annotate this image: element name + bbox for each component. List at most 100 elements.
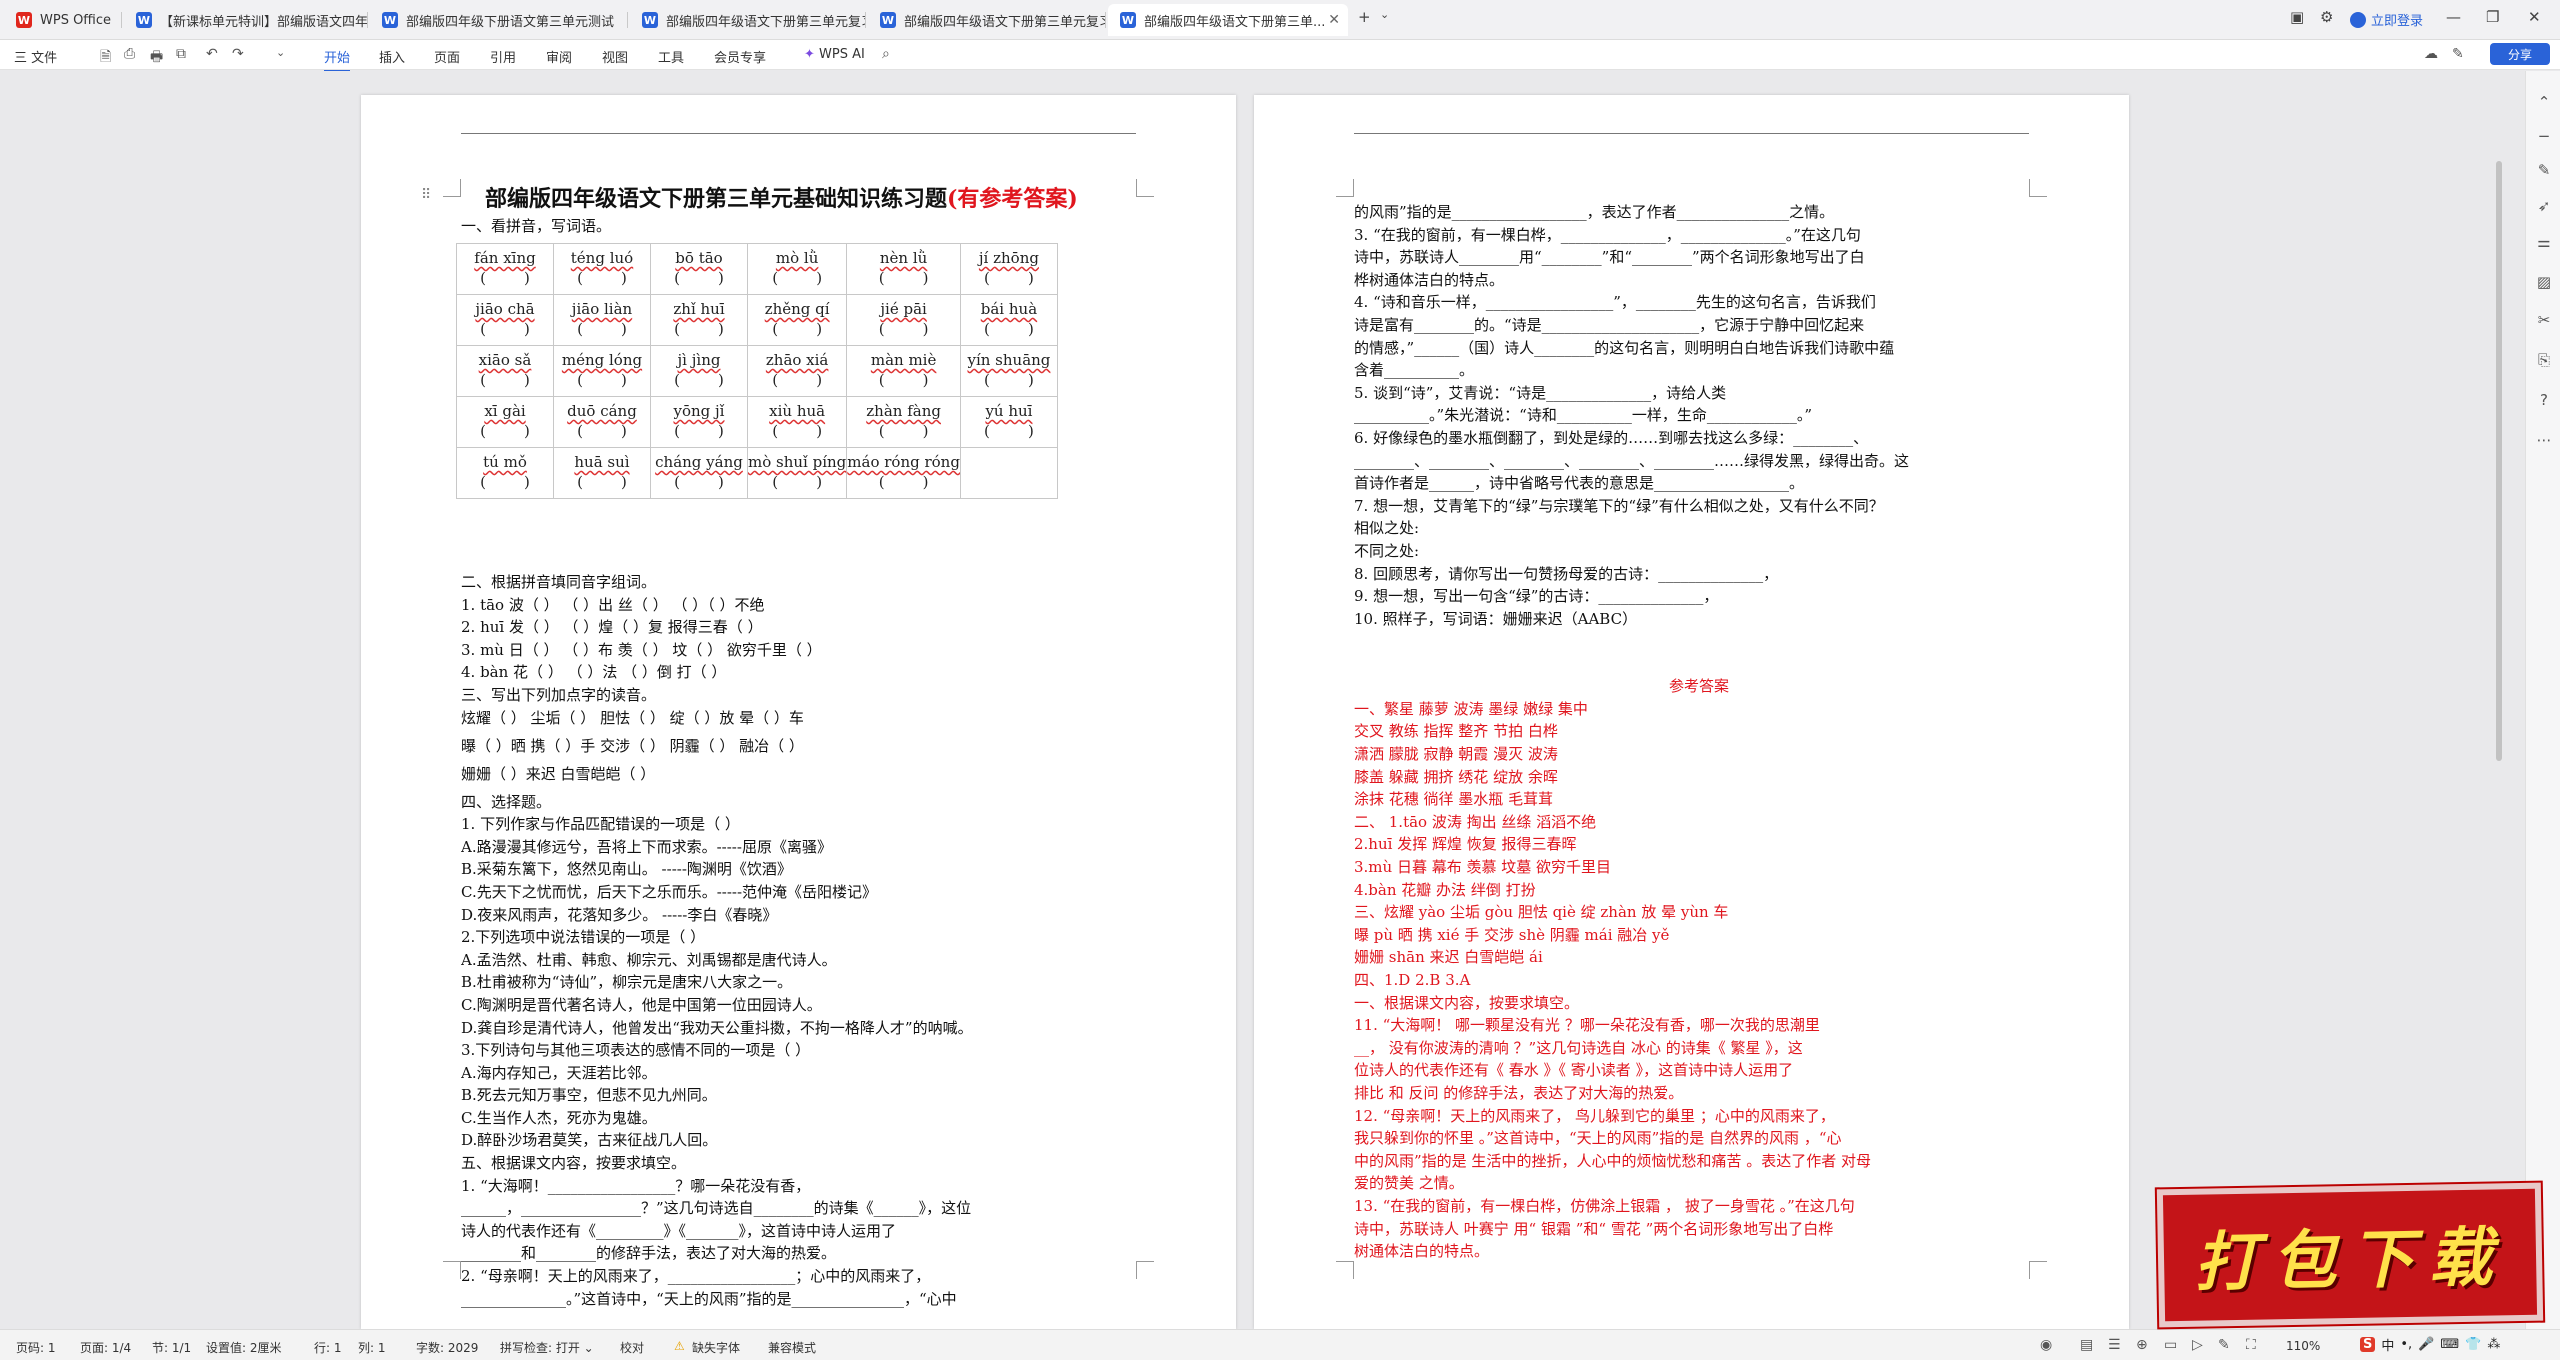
page-view-icon[interactable]: ▤	[2080, 1337, 2093, 1353]
input-method-tray[interactable]: S 中 •, 🎤 ⌨ 👕 ⁂	[2360, 1332, 2500, 1356]
document-page-1[interactable]: ⠿ 部编版四年级语文下册第三单元基础知识练习题(有参考答案) 一、看拼音，写词语…	[361, 95, 1236, 1329]
status-pages[interactable]: 页面: 1/4	[80, 1339, 131, 1356]
minimize-button[interactable]: —	[2446, 8, 2461, 26]
outline-view-icon[interactable]: ☰	[2108, 1337, 2121, 1353]
pinyin-cell[interactable]: huā suì ( )	[553, 447, 651, 499]
file-menu[interactable]: 三 文件	[14, 47, 57, 66]
search-icon[interactable]: ⌕	[882, 46, 890, 62]
status-row[interactable]: 行: 1	[314, 1339, 342, 1356]
tab-4[interactable]: W 部编版四年级语文下册第三单元复习	[868, 4, 1106, 36]
zoom-level[interactable]: 110%	[2286, 1339, 2320, 1353]
tools-icon[interactable]: ✂	[2535, 311, 2553, 329]
select-cursor-icon[interactable]: ➶	[2535, 197, 2553, 215]
undo-icon[interactable]: ↶	[206, 46, 218, 62]
redo-icon[interactable]: ↷	[232, 46, 244, 62]
pinyin-cell[interactable]: jiāo chā ( )	[456, 294, 554, 346]
missing-font-button[interactable]: 缺失字体	[692, 1339, 740, 1356]
paragraph-drag-handle-icon[interactable]: ⠿	[421, 187, 431, 203]
adjust-icon[interactable]: ⚌	[2535, 233, 2553, 251]
pinyin-cell[interactable]: duō cáng ( )	[553, 396, 651, 448]
pinyin-cell[interactable]: bái huà ( )	[959, 294, 1058, 346]
print-preview-icon[interactable]: ⧉	[176, 46, 186, 62]
play-icon[interactable]: ▷	[2192, 1337, 2203, 1353]
read-mode-icon[interactable]: ▭	[2164, 1337, 2177, 1353]
image-icon[interactable]: ▨	[2535, 273, 2553, 291]
pinyin-cell[interactable]: zhǐ huī ( )	[650, 294, 748, 346]
tab-insert[interactable]: 插入	[379, 47, 405, 66]
translate-icon[interactable]: ⎘	[2535, 351, 2553, 369]
pinyin-cell[interactable]: nèn lǜ ( )	[846, 243, 961, 295]
proofread-button[interactable]: 校对	[620, 1339, 644, 1356]
pinyin-cell[interactable]: zhàn fàng ( )	[846, 396, 961, 448]
pinyin-cell[interactable]: xiù huā ( )	[746, 396, 848, 448]
pinyin-cell[interactable]: fán xīng ( )	[456, 243, 554, 295]
tab-0[interactable]: W WPS Office	[4, 4, 122, 36]
pinyin-cell[interactable]: mò shuǐ píng ( )	[746, 447, 848, 499]
pinyin-cell[interactable]: jié pāi ( )	[846, 294, 961, 346]
tab-home[interactable]: 开始	[324, 47, 351, 72]
pinyin-cell[interactable]: méng lóng ( )	[553, 345, 651, 397]
tab-3[interactable]: W 部编版四年级语文下册第三单元复习	[630, 4, 866, 36]
comment-icon[interactable]: ✎	[2452, 46, 2464, 62]
tab-references[interactable]: 引用	[490, 47, 516, 66]
more-icon[interactable]: ⋯	[2535, 431, 2553, 449]
tab-page[interactable]: 页面	[434, 47, 460, 66]
status-page-number[interactable]: 页码: 1	[16, 1339, 56, 1356]
status-column[interactable]: 列: 1	[358, 1339, 386, 1356]
tab-2[interactable]: W 部编版四年级下册语文第三单元测试	[370, 4, 628, 36]
tab-member[interactable]: 会员专享	[714, 47, 766, 66]
pinyin-cell[interactable]: màn miè ( )	[846, 345, 961, 397]
pinyin-cell[interactable]: tú mǒ ( )	[456, 447, 554, 499]
close-window-button[interactable]: ✕	[2528, 8, 2541, 26]
spell-check-toggle[interactable]: 拼写检查: 打开 ⌄	[500, 1339, 594, 1356]
tab-close-icon[interactable]: ✕	[1328, 12, 1340, 28]
print-icon[interactable]: 🖶	[150, 46, 163, 70]
tab-review[interactable]: 审阅	[546, 47, 572, 66]
pinyin-cell[interactable]: yōng jǐ ( )	[650, 396, 748, 448]
pinyin-cell[interactable]: cháng yáng ( )	[650, 447, 748, 499]
login-button[interactable]: 立即登录	[2350, 10, 2423, 29]
download-banner[interactable]: 打包下载	[2156, 1182, 2544, 1328]
pinyin-cell[interactable]: téng luó ( )	[553, 243, 651, 295]
pinyin-cell[interactable]: jì jìng ( )	[650, 345, 748, 397]
pinyin-cell[interactable]: jiāo liàn ( )	[553, 294, 651, 346]
skin-icon[interactable]: ⚙	[2320, 8, 2333, 26]
status-word-count[interactable]: 字数: 2029	[416, 1339, 478, 1356]
wps-ai-button[interactable]: ✦ WPS AI	[804, 47, 865, 62]
fit-page-icon[interactable]: ⛶	[2246, 1337, 2256, 1353]
tab-view[interactable]: 视图	[602, 47, 628, 66]
pinyin-cell[interactable]	[959, 447, 1058, 499]
eye-protect-icon[interactable]: ◉	[2040, 1337, 2052, 1353]
share-button[interactable]: 分享	[2490, 43, 2550, 65]
pinyin-cell[interactable]: yín shuāng ( )	[959, 345, 1058, 397]
write-mode-icon[interactable]: ✎	[2218, 1337, 2230, 1353]
vertical-scrollbar[interactable]	[2496, 161, 2502, 761]
pinyin-cell[interactable]: yú huī ( )	[959, 396, 1058, 448]
export-pdf-icon[interactable]: ⎙	[124, 46, 135, 62]
window-layout-icon[interactable]: ▣	[2290, 8, 2304, 26]
document-page-2[interactable]: 的风雨”指的是__________________，表达了作者_________…	[1254, 95, 2129, 1329]
pinyin-cell[interactable]: xī gài ( )	[456, 396, 554, 448]
tab-list-chevron-icon[interactable]: ⌄	[1380, 8, 1389, 21]
document-canvas[interactable]: ⠿ 部编版四年级语文下册第三单元基础知识练习题(有参考答案) 一、看拼音，写词语…	[0, 71, 2525, 1329]
pen-icon[interactable]: ✎	[2535, 161, 2553, 179]
status-section[interactable]: 节: 1/1	[152, 1339, 191, 1356]
web-view-icon[interactable]: ⊕	[2136, 1337, 2148, 1353]
cloud-sync-icon[interactable]: ☁	[2424, 46, 2438, 62]
tab-tools[interactable]: 工具	[658, 47, 684, 66]
pinyin-cell[interactable]: zhěng qí ( )	[746, 294, 848, 346]
quick-access-chevron-icon[interactable]: ⌄	[276, 46, 285, 59]
minus-icon[interactable]: −	[2535, 127, 2553, 145]
pinyin-cell[interactable]: bō tāo ( )	[650, 243, 748, 295]
pinyin-cell[interactable]: zhāo xiá ( )	[746, 345, 848, 397]
maximize-button[interactable]: ❐	[2486, 8, 2499, 26]
save-icon[interactable]: 🗎	[100, 46, 111, 70]
pinyin-cell[interactable]: mò lǜ ( )	[746, 243, 848, 295]
collapse-chevron-icon[interactable]: ⌃	[2535, 93, 2553, 111]
pinyin-cell[interactable]: xiāo sǎ ( )	[456, 345, 554, 397]
pinyin-cell[interactable]: jí zhōng ( )	[959, 243, 1058, 295]
new-tab-button[interactable]: +	[1358, 8, 1371, 26]
tab-5[interactable]: W 部编版四年级语文下册第三单... ✕	[1108, 4, 1348, 36]
help-icon[interactable]: ?	[2535, 391, 2553, 409]
status-setting[interactable]: 设置值: 2厘米	[206, 1339, 282, 1356]
